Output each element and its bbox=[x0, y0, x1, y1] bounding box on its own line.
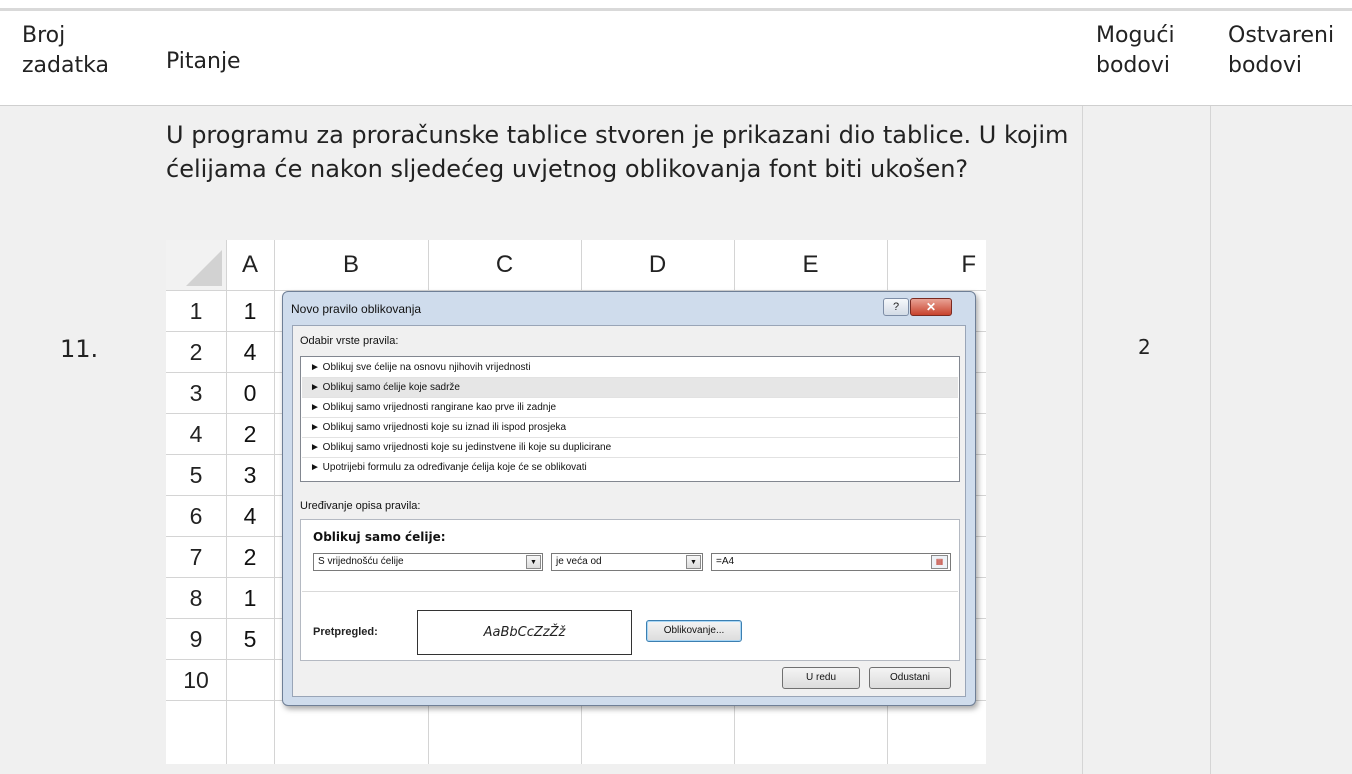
row-header: 1 bbox=[189, 298, 203, 324]
ok-button[interactable]: U redu bbox=[782, 667, 860, 689]
cell-a7: 2 bbox=[243, 544, 257, 570]
value-input[interactable]: =A4 ▦ bbox=[711, 553, 951, 571]
rule-type-label: Odabir vrste pravila: bbox=[300, 335, 399, 347]
rule-option[interactable]: ► Oblikuj samo vrijednosti koje su jedin… bbox=[302, 438, 958, 458]
question-text: U programu za proračunske tablice stvore… bbox=[166, 121, 1069, 183]
value-text: =A4 bbox=[716, 556, 735, 567]
header-task-number: Broj zadatka bbox=[22, 23, 109, 78]
rule-option[interactable]: ► Oblikuj samo vrijednosti rangirane kao… bbox=[302, 398, 958, 418]
format-button[interactable]: Oblikovanje... bbox=[646, 620, 742, 642]
row-header: 8 bbox=[189, 585, 203, 611]
cell-a1: 1 bbox=[243, 298, 257, 324]
condition-dropdown[interactable]: S vrijednošću ćelije ▼ bbox=[313, 553, 543, 571]
table-header-row: Broj zadatka Pitanje Mogući bodovi Ostva… bbox=[0, 11, 1352, 106]
cell-a4: 2 bbox=[243, 421, 257, 447]
divider bbox=[302, 591, 958, 592]
preview-box: AaBbCcZzŽž bbox=[417, 610, 632, 655]
row-header: 4 bbox=[189, 421, 203, 447]
cell-a2: 4 bbox=[243, 339, 257, 365]
row-header: 2 bbox=[189, 339, 203, 365]
chevron-down-icon[interactable]: ▼ bbox=[686, 555, 701, 569]
column-divider bbox=[1210, 106, 1211, 774]
rule-option[interactable]: ► Oblikuj sve ćelije na osnovu njihovih … bbox=[302, 358, 958, 378]
possible-points-value: 2 bbox=[1138, 335, 1151, 359]
operator-value: je veća od bbox=[556, 556, 602, 567]
cell-a9: 5 bbox=[243, 626, 257, 652]
column-header-d: D bbox=[648, 251, 667, 278]
task-number: 11. bbox=[60, 335, 99, 363]
cell-a8: 1 bbox=[243, 585, 257, 611]
dialog-title: Novo pravilo oblikovanja bbox=[291, 302, 422, 316]
rule-option[interactable]: ► Oblikuj samo vrijednosti koje su iznad… bbox=[302, 418, 958, 438]
column-header-a: A bbox=[241, 251, 258, 278]
header-question: Pitanje bbox=[166, 49, 241, 74]
cancel-button[interactable]: Odustani bbox=[869, 667, 951, 689]
edit-rule-label: Uređivanje opisa pravila: bbox=[300, 500, 421, 512]
header-achieved-points: Ostvareni bodovi bbox=[1228, 23, 1335, 78]
column-header-f: F bbox=[961, 251, 976, 278]
row-header: 9 bbox=[189, 626, 203, 652]
select-all-corner bbox=[166, 240, 226, 290]
row-header: 6 bbox=[189, 503, 203, 529]
row-header: 7 bbox=[189, 544, 203, 570]
row-header: 5 bbox=[189, 462, 203, 488]
rule-description-panel: Oblikuj samo ćelije: S vrijednošću ćelij… bbox=[300, 519, 960, 661]
rule-option[interactable]: ► Upotrijebi formulu za određivanje ćeli… bbox=[302, 458, 958, 478]
row-header: 10 bbox=[183, 667, 209, 693]
column-header-b: B bbox=[342, 251, 359, 278]
help-button[interactable]: ? bbox=[883, 298, 909, 316]
cell-a5: 3 bbox=[243, 462, 257, 488]
condition-value: S vrijednošću ćelije bbox=[318, 556, 404, 567]
range-select-icon[interactable]: ▦ bbox=[931, 555, 948, 569]
cell-a6: 4 bbox=[243, 503, 257, 529]
description-title: Oblikuj samo ćelije: bbox=[313, 530, 446, 544]
cell-a3: 0 bbox=[243, 380, 257, 406]
chevron-down-icon[interactable]: ▼ bbox=[526, 555, 541, 569]
column-header-e: E bbox=[802, 251, 819, 278]
header-possible-points: Mogući bodovi bbox=[1096, 23, 1175, 78]
rule-type-list[interactable]: ► Oblikuj sve ćelije na osnovu njihovih … bbox=[300, 356, 960, 482]
close-button[interactable]: ✕ bbox=[910, 298, 952, 316]
operator-dropdown[interactable]: je veća od ▼ bbox=[551, 553, 703, 571]
column-divider bbox=[1082, 106, 1083, 774]
row-header: 3 bbox=[189, 380, 203, 406]
column-header-c: C bbox=[495, 251, 514, 278]
preview-label: Pretpregled: bbox=[313, 626, 378, 638]
rule-option-selected[interactable]: ► Oblikuj samo ćelije koje sadrže bbox=[302, 378, 958, 398]
dialog-body: Odabir vrste pravila: ► Oblikuj sve ćeli… bbox=[292, 325, 966, 697]
cell-a10 bbox=[226, 660, 274, 701]
new-formatting-rule-dialog: Novo pravilo oblikovanja ? ✕ Odabir vrst… bbox=[282, 291, 976, 706]
